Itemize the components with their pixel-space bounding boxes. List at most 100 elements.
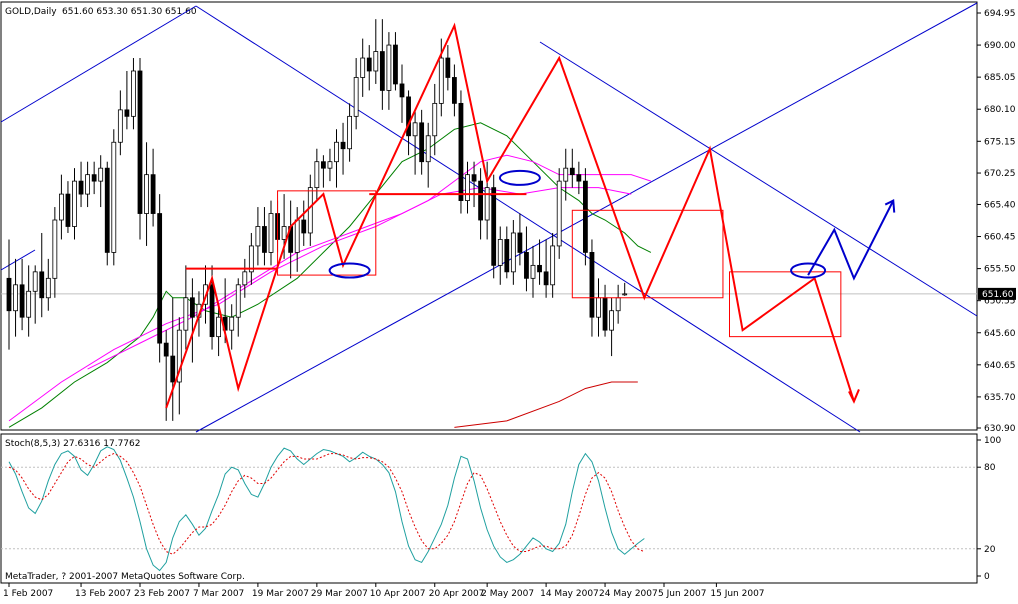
candle-body (91, 174, 97, 182)
date-tick-label: 23 Feb 2007 (134, 589, 190, 599)
candle-body (19, 284, 25, 318)
copyright-text: MetaTrader, ? 2001-2007 MetaQuotes Softw… (5, 572, 245, 582)
candle-body (471, 174, 477, 182)
candle-body (59, 193, 64, 221)
candle-body (144, 174, 149, 214)
candle-body (327, 161, 333, 169)
candle-body (353, 77, 359, 117)
candle-body (262, 226, 267, 253)
candle-body (543, 271, 549, 286)
candle-body (379, 51, 385, 91)
stoch-tick-label: 0 (984, 572, 990, 582)
candle-body (111, 141, 117, 253)
candle-body (484, 187, 490, 221)
date-tick-label: 14 May 2007 (540, 589, 599, 599)
price-tick-label: 665.40 (984, 200, 1016, 210)
candle-body (589, 252, 595, 318)
candle-body (399, 83, 405, 98)
candle-body (268, 213, 274, 253)
candle-body (347, 115, 353, 150)
candle-body (530, 264, 536, 279)
candle-body (451, 77, 457, 104)
candle-body (412, 122, 418, 137)
price-tick-label: 645.60 (984, 329, 1016, 339)
candle-body (491, 187, 497, 266)
candle-body (216, 316, 222, 338)
stoch-tick-label: 100 (984, 436, 1001, 446)
price-tick-label: 685.05 (984, 73, 1016, 83)
symbol-header: GOLD,Daily (5, 7, 57, 17)
candle-body (39, 271, 45, 299)
date-tick-label: 13 Feb 2007 (75, 589, 131, 599)
candle-body (393, 44, 398, 85)
candle-body (537, 264, 542, 273)
price-tick-label: 635.70 (984, 393, 1016, 403)
candle-body (563, 167, 569, 182)
candle-body (163, 342, 169, 357)
candle-body (255, 226, 261, 247)
candle-body (406, 96, 411, 137)
candle-body (170, 355, 176, 383)
candle-body (78, 180, 84, 195)
candle-body (438, 57, 444, 104)
candle-body (517, 232, 523, 253)
candle-body (445, 57, 451, 78)
candle-body (334, 141, 339, 163)
candle-body (314, 161, 320, 189)
candle-body (497, 239, 503, 266)
date-tick-label: 5 Jun 2007 (658, 589, 706, 599)
price-tick-label: 670.25 (984, 169, 1016, 179)
candle-body (622, 293, 628, 296)
date-tick-label: 20 Apr 2007 (429, 589, 485, 599)
candle-body (52, 219, 58, 279)
candle-body (569, 167, 575, 176)
price-tick-label: 640.65 (984, 361, 1016, 371)
candle-body (242, 271, 248, 286)
candle-body (609, 310, 614, 331)
candle-body (72, 180, 77, 227)
candle-body (150, 174, 156, 214)
candle-body (550, 245, 556, 286)
candle-body (504, 239, 510, 273)
candle-body (124, 109, 130, 117)
date-tick-label: 15 Jun 2007 (710, 589, 764, 599)
candle-body (45, 277, 51, 299)
candle-body (458, 102, 464, 201)
date-tick-label: 24 May 2007 (599, 589, 658, 599)
candle-body (556, 180, 562, 247)
candle-body (510, 232, 516, 273)
candle-body (301, 219, 307, 234)
candle-body (85, 174, 90, 195)
candle-body (478, 180, 484, 221)
candle-body (465, 174, 470, 201)
date-tick-label: 2 May 2007 (481, 589, 534, 599)
candle-body (583, 180, 588, 253)
candle-body (320, 161, 326, 169)
price-tick-label: 630.90 (984, 424, 1016, 434)
candle-body (65, 193, 71, 227)
candle-body (366, 57, 372, 72)
date-tick-label: 19 Mar 2007 (252, 589, 309, 599)
stoch-tick-label: 80 (984, 463, 996, 473)
candle-body (615, 297, 621, 312)
date-tick-label: 7 Mar 2007 (193, 589, 244, 599)
date-tick-label: 29 Mar 2007 (311, 589, 368, 599)
candle-body (419, 122, 425, 163)
candle-body (6, 277, 12, 312)
candle-body (26, 290, 32, 318)
candle-body (32, 271, 38, 292)
candle-body (386, 44, 392, 91)
candle-body (373, 51, 379, 72)
candle-body (157, 213, 163, 344)
date-tick-label: 1 Feb 2007 (3, 589, 53, 599)
candle-body (117, 109, 123, 143)
candle-body (98, 167, 104, 182)
candle-body (183, 297, 189, 331)
candle-body (104, 167, 110, 253)
ohlc-header: 651.60 653.30 651.30 651.60 (62, 7, 197, 17)
candle-body (13, 284, 18, 312)
candle-body (189, 297, 195, 318)
price-tick-label: 655.50 (984, 265, 1016, 275)
candle-body (524, 252, 529, 279)
stoch-tick-label: 20 (984, 545, 996, 555)
